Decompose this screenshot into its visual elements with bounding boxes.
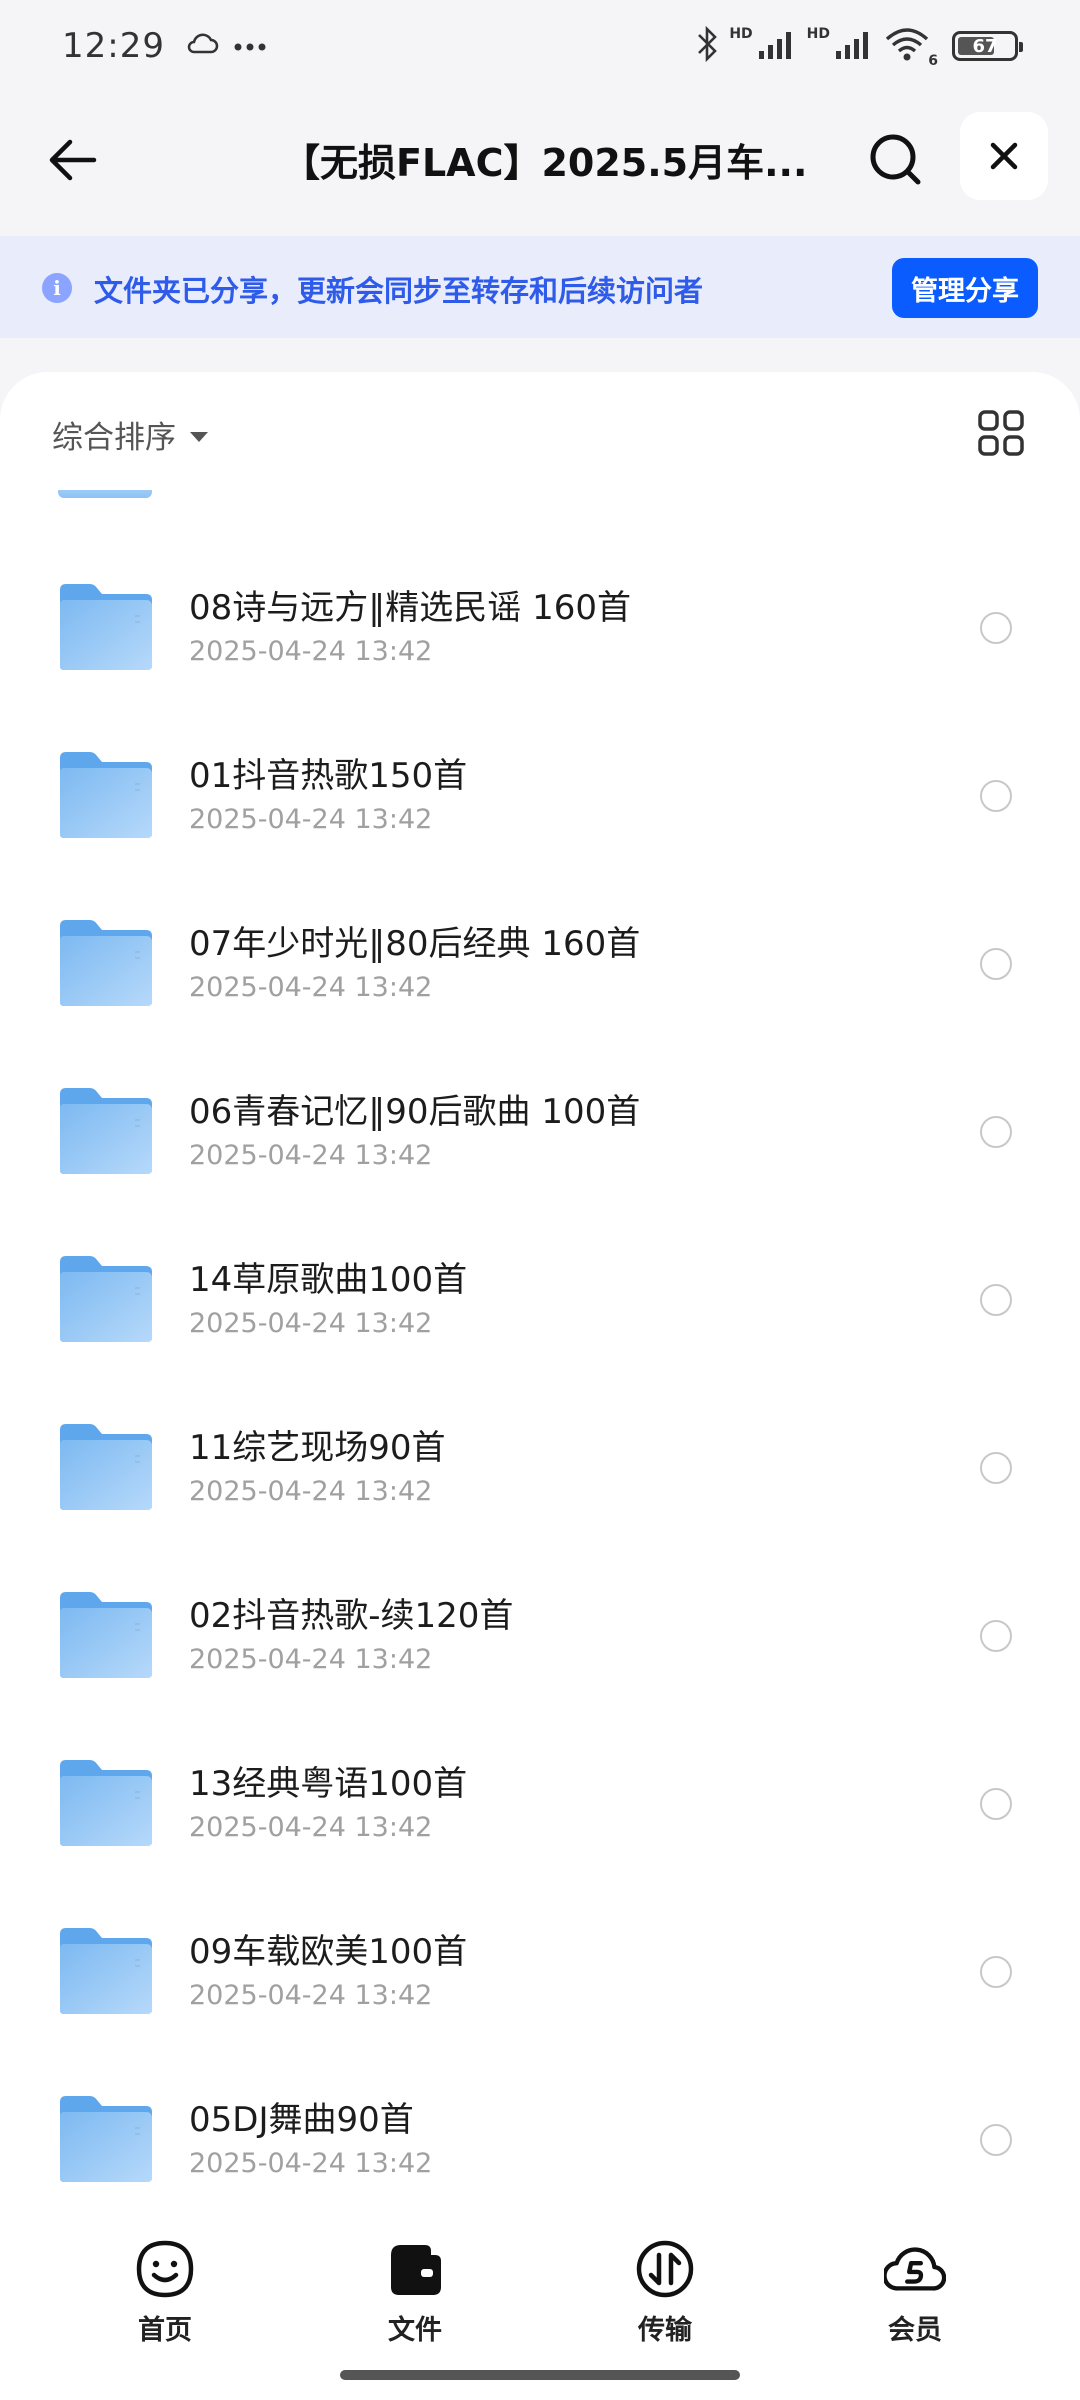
list-item[interactable]: 08诗与远方‖精选民谣 160首 2025-04-24 13:42 bbox=[0, 558, 1080, 726]
nav-transfer-label: 传输 bbox=[638, 2315, 692, 2346]
home-indicator[interactable] bbox=[340, 2370, 740, 2380]
file-date: 2025-04-24 13:42 bbox=[189, 804, 433, 835]
list-item[interactable]: 14草原歌曲100首 2025-04-24 13:42 bbox=[0, 1230, 1080, 1398]
status-time: 12:29 bbox=[62, 26, 165, 66]
nav-transfer[interactable]: 传输 bbox=[595, 2238, 735, 2347]
file-date: 2025-04-24 13:42 bbox=[189, 2148, 433, 2179]
transfer-icon bbox=[634, 2238, 696, 2300]
status-left-icons bbox=[185, 33, 267, 59]
file-name: 05DJ舞曲90首 bbox=[189, 2100, 414, 2140]
folder-icon bbox=[56, 582, 154, 672]
file-list-card: 综合排序 08诗与远方‖精选民谣 160首 2025-04-24 13:42 01抖… bbox=[0, 372, 1080, 2212]
file-name: 02抖音热歌-续120首 bbox=[189, 1596, 514, 1636]
folder-icon bbox=[56, 1590, 154, 1680]
file-date: 2025-04-24 13:42 bbox=[189, 1140, 433, 1171]
file-name: 08诗与远方‖精选民谣 160首 bbox=[189, 588, 631, 628]
file-name: 14草原歌曲100首 bbox=[189, 1260, 468, 1300]
folder-icon bbox=[56, 1926, 154, 2016]
file-list: 08诗与远方‖精选民谣 160首 2025-04-24 13:42 01抖音热歌15… bbox=[0, 558, 1080, 2212]
grid-view-icon bbox=[978, 410, 1024, 456]
select-checkbox[interactable] bbox=[980, 1788, 1012, 1820]
smiley-home-icon bbox=[134, 2238, 196, 2300]
nav-member[interactable]: 会员 bbox=[845, 2238, 985, 2347]
hd-tag: HD bbox=[729, 26, 753, 42]
list-item[interactable]: 02抖音热歌-续120首 2025-04-24 13:42 bbox=[0, 1566, 1080, 1734]
list-item[interactable]: 09车载欧美100首 2025-04-24 13:42 bbox=[0, 1902, 1080, 2070]
folder-icon bbox=[56, 1254, 154, 1344]
select-checkbox[interactable] bbox=[980, 1284, 1012, 1316]
close-button[interactable] bbox=[960, 112, 1048, 200]
select-checkbox[interactable] bbox=[980, 1452, 1012, 1484]
back-arrow-icon bbox=[49, 139, 97, 181]
list-item[interactable]: 06青春记忆‖90后歌曲 100首 2025-04-24 13:42 bbox=[0, 1062, 1080, 1230]
share-banner-text: 文件夹已分享，更新会同步至转存和后续访问者 bbox=[94, 274, 704, 308]
list-item[interactable]: 11综艺现场90首 2025-04-24 13:42 bbox=[0, 1398, 1080, 1566]
top-bar: 【无损FLAC】2025.5月车... bbox=[0, 110, 1080, 206]
status-bar: 12:29 HD HD 6 67 bbox=[0, 0, 1080, 92]
wifi-icon: 6 bbox=[884, 27, 938, 69]
battery-icon: 67 bbox=[952, 31, 1023, 61]
bottom-nav: 首页 文件 传输 会员 bbox=[0, 2212, 1080, 2400]
search-button[interactable] bbox=[864, 128, 928, 192]
info-icon: i bbox=[42, 273, 72, 303]
caret-down-icon bbox=[190, 431, 208, 442]
wallet-file-icon bbox=[384, 2238, 446, 2300]
search-icon bbox=[870, 134, 921, 185]
select-checkbox[interactable] bbox=[980, 612, 1012, 644]
battery-level: 67 bbox=[972, 35, 998, 57]
file-date: 2025-04-24 13:42 bbox=[189, 972, 433, 1003]
list-item[interactable]: 07年少时光‖80后经典 160首 2025-04-24 13:42 bbox=[0, 894, 1080, 1062]
folder-icon bbox=[56, 750, 154, 840]
nav-files-label: 文件 bbox=[388, 2315, 442, 2346]
file-name: 01抖音热歌150首 bbox=[189, 756, 468, 796]
list-item[interactable]: 13经典粤语100首 2025-04-24 13:42 bbox=[0, 1734, 1080, 1902]
cloud-member-icon bbox=[884, 2238, 946, 2300]
file-date: 2025-04-24 13:42 bbox=[189, 636, 433, 667]
signal-icon bbox=[757, 29, 797, 63]
sort-dropdown[interactable]: 综合排序 bbox=[52, 412, 208, 457]
file-name: 06青春记忆‖90后歌曲 100首 bbox=[189, 1092, 641, 1132]
nav-home[interactable]: 首页 bbox=[95, 2238, 235, 2347]
share-banner: i 文件夹已分享，更新会同步至转存和后续访问者 管理分享 bbox=[0, 236, 1080, 338]
hd-tag: HD bbox=[806, 26, 830, 42]
list-item[interactable]: 01抖音热歌150首 2025-04-24 13:42 bbox=[0, 726, 1080, 894]
file-date: 2025-04-24 13:42 bbox=[189, 1980, 433, 2011]
close-icon bbox=[990, 142, 1018, 170]
file-name: 11综艺现场90首 bbox=[189, 1428, 446, 1468]
folder-icon bbox=[56, 1422, 154, 1512]
file-date: 2025-04-24 13:42 bbox=[189, 1308, 433, 1339]
select-checkbox[interactable] bbox=[980, 1620, 1012, 1652]
page-title: 【无损FLAC】2025.5月车... bbox=[282, 141, 808, 185]
select-checkbox[interactable] bbox=[980, 780, 1012, 812]
wifi-sub: 6 bbox=[928, 53, 938, 69]
sort-label: 综合排序 bbox=[52, 420, 176, 456]
file-date: 2025-04-24 13:42 bbox=[189, 1812, 433, 1843]
bluetooth-icon bbox=[695, 25, 719, 67]
folder-icon bbox=[56, 2094, 154, 2184]
file-date: 2025-04-24 13:42 bbox=[189, 1644, 433, 1675]
folder-icon bbox=[58, 490, 152, 498]
list-item[interactable]: 05DJ舞曲90首 2025-04-24 13:42 bbox=[0, 2070, 1080, 2212]
nav-home-label: 首页 bbox=[138, 2315, 192, 2346]
folder-icon bbox=[56, 918, 154, 1008]
file-date: 2025-04-24 13:42 bbox=[189, 1476, 433, 1507]
signal-icon bbox=[834, 29, 874, 63]
grid-view-toggle[interactable] bbox=[976, 408, 1026, 458]
folder-icon bbox=[56, 1086, 154, 1176]
file-name: 13经典粤语100首 bbox=[189, 1764, 468, 1804]
nav-files[interactable]: 文件 bbox=[345, 2238, 485, 2347]
back-button[interactable] bbox=[40, 128, 104, 192]
more-dots-icon bbox=[233, 37, 267, 56]
select-checkbox[interactable] bbox=[980, 1116, 1012, 1148]
select-checkbox[interactable] bbox=[980, 1956, 1012, 1988]
select-checkbox[interactable] bbox=[980, 948, 1012, 980]
manage-share-button[interactable]: 管理分享 bbox=[892, 258, 1038, 318]
nav-member-label: 会员 bbox=[888, 2315, 942, 2346]
cloud-icon bbox=[185, 33, 219, 59]
select-checkbox[interactable] bbox=[980, 2124, 1012, 2156]
status-right-icons: HD HD 6 67 bbox=[695, 25, 1023, 69]
file-name: 09车载欧美100首 bbox=[189, 1932, 468, 1972]
file-name: 07年少时光‖80后经典 160首 bbox=[189, 924, 641, 964]
folder-icon bbox=[56, 1758, 154, 1848]
